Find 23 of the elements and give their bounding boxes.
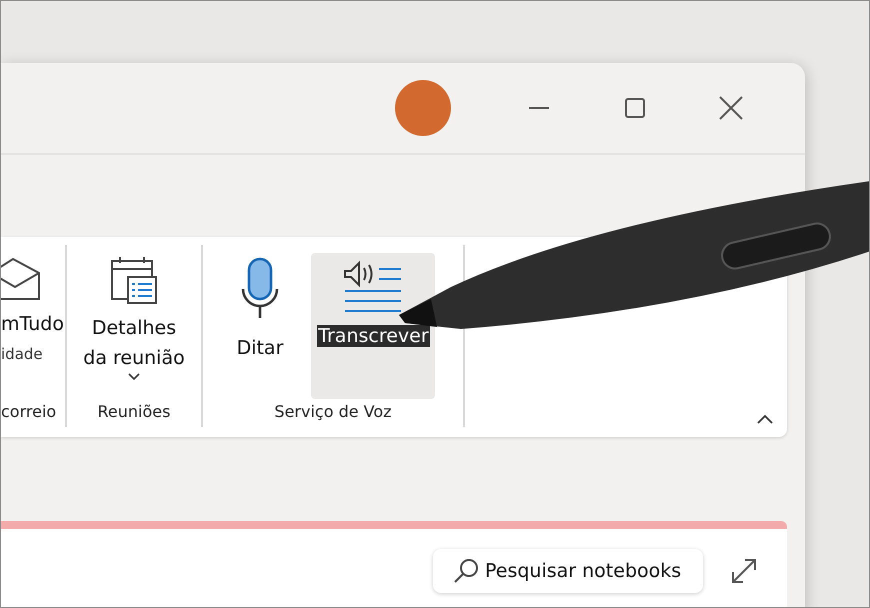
envelope-icon — [1, 257, 41, 301]
maximize-icon — [623, 96, 647, 120]
button-label: Ditar — [236, 336, 284, 361]
minimize-icon — [527, 106, 551, 110]
caret-icon — [757, 414, 773, 424]
button-label: idade — [1, 344, 43, 365]
button-label: da reunião — [83, 346, 185, 371]
button-label: Detalhes — [92, 316, 176, 341]
group-label: Reuniões — [98, 402, 170, 421]
button-label: Transcrever — [317, 325, 430, 347]
microphone-icon — [240, 257, 280, 319]
ribbon-button[interactable]: Detalhes da reunião — [77, 253, 191, 385]
search-icon — [453, 558, 479, 584]
expand-icon — [731, 558, 757, 584]
calendar-icon — [110, 257, 158, 305]
ribbon-button[interactable]: Ditar — [230, 253, 290, 367]
search-field[interactable]: Pesquisar notebooks — [433, 549, 703, 593]
ribbon-button[interactable]: Transcrever — [311, 253, 436, 399]
group-label: Serviço de Voz — [274, 402, 392, 421]
group-label: correio — [1, 402, 56, 421]
close-icon — [719, 96, 743, 120]
ribbon-button[interactable]: mTudo idade — [1, 253, 64, 373]
button-label: mTudo — [1, 312, 64, 337]
